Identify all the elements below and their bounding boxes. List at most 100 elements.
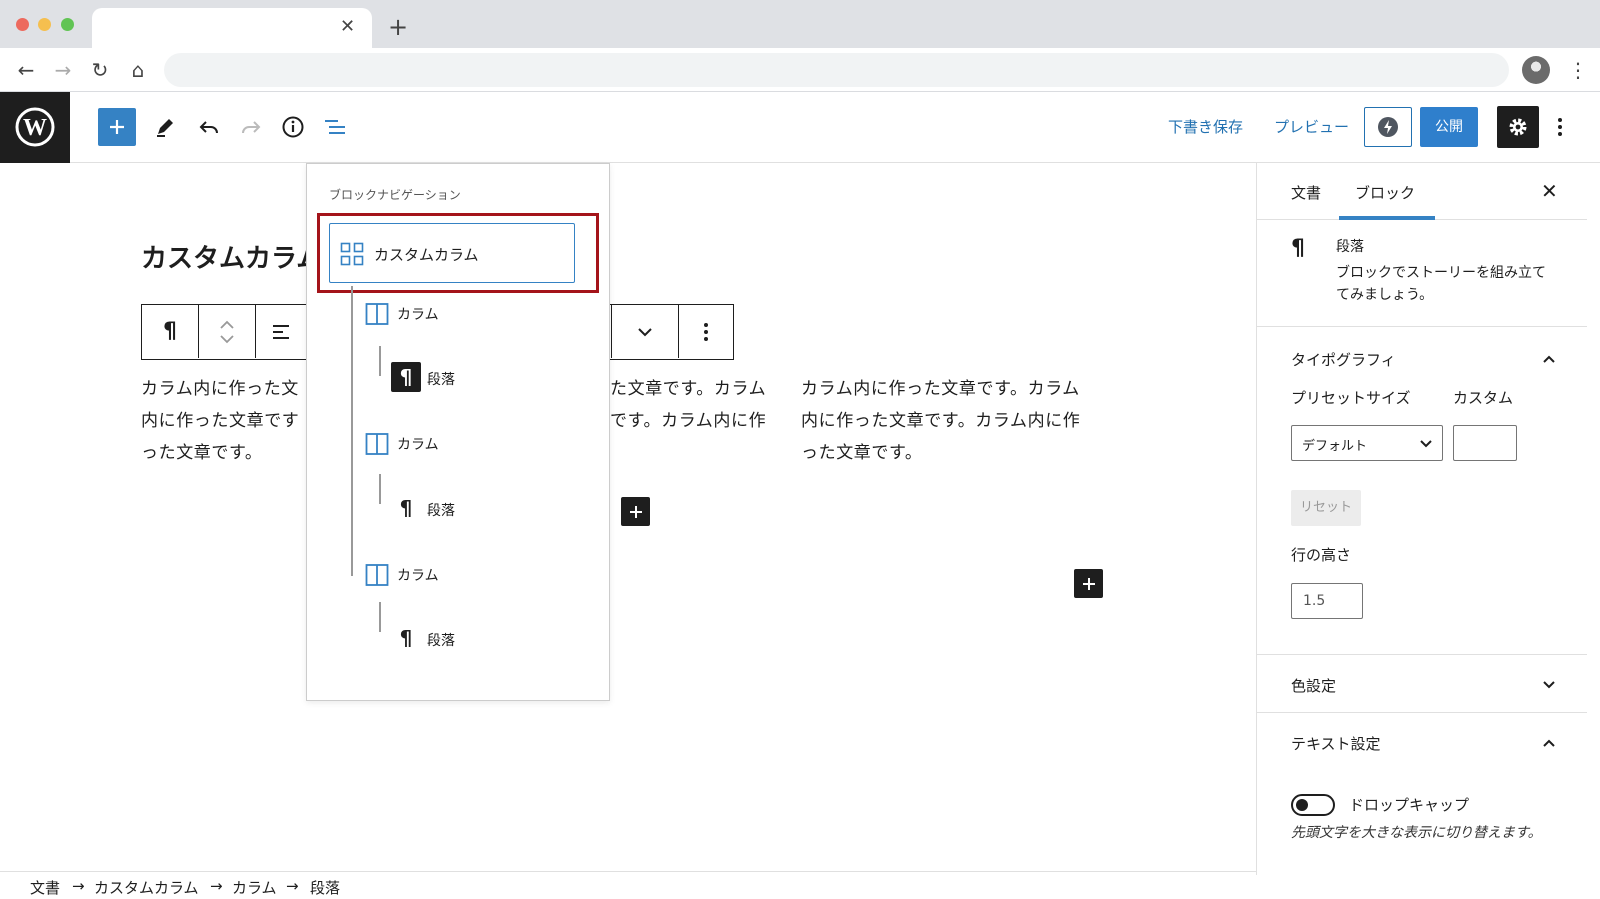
browser-menu-icon[interactable]: ⋮: [1568, 56, 1588, 84]
forward-icon[interactable]: →: [49, 56, 77, 84]
block-inserter-plus-icon[interactable]: [1074, 569, 1103, 598]
chevron-up-icon[interactable]: [1541, 351, 1557, 367]
more-options-icon[interactable]: [1552, 110, 1568, 144]
tab-close-icon[interactable]: ✕: [340, 16, 355, 38]
chevron-down-icon[interactable]: [1541, 677, 1557, 693]
paragraph-block-type-icon[interactable]: ¶: [142, 305, 199, 358]
svg-text:W: W: [23, 115, 47, 141]
block-nav-item-paragraph[interactable]: ¶ 段落: [391, 359, 561, 399]
tree-line: [379, 474, 381, 504]
column-3-paragraph[interactable]: カラム内に作った文章です。カラム 内に作った文章です。カラム内に作 った文章です…: [801, 373, 1113, 469]
tree-line: [379, 602, 381, 632]
more-formatting-chevron-icon[interactable]: [611, 305, 679, 358]
block-nav-item-column[interactable]: カラム: [365, 424, 565, 464]
paragraph-icon: ¶: [399, 626, 413, 650]
preset-size-label: プリセットサイズ: [1291, 389, 1411, 407]
text-settings-heading[interactable]: テキスト設定: [1291, 733, 1381, 754]
breadcrumb-item[interactable]: 文書: [30, 877, 60, 898]
browser-toolbar: ← → ↻ ⌂ ⋮: [0, 48, 1600, 92]
block-nav-item-custom-columns[interactable]: カスタムカラム: [329, 223, 575, 283]
paragraph-line: 内に作った文章です。カラム内に作: [801, 411, 1081, 431]
tab-block[interactable]: ブロック: [1355, 182, 1415, 203]
minimize-window-dot[interactable]: [38, 18, 51, 31]
toggle-knob: [1296, 799, 1308, 811]
reset-button[interactable]: リセット: [1291, 490, 1361, 526]
info-icon[interactable]: [274, 108, 312, 146]
column-icon: [365, 433, 389, 455]
drop-cap-toggle[interactable]: [1291, 794, 1335, 816]
block-card-title: 段落: [1336, 239, 1364, 255]
sidebar-tabs: 文書 ブロック ✕: [1257, 163, 1587, 220]
column-icon: [365, 564, 389, 586]
breadcrumb-item[interactable]: カスタムカラム: [94, 877, 199, 898]
breadcrumb-item[interactable]: 段落: [310, 877, 340, 898]
block-inserter-plus-icon[interactable]: [621, 497, 650, 526]
block-nav-item-label: 段落: [427, 372, 455, 388]
breadcrumb-arrow-icon: →: [210, 877, 223, 895]
home-icon[interactable]: ⌂: [124, 56, 152, 84]
block-card-description: てみましょう。: [1336, 287, 1434, 303]
block-nav-item-column[interactable]: カラム: [365, 555, 565, 595]
post-title[interactable]: カスタムカラム: [141, 238, 307, 275]
align-left-icon[interactable]: [256, 305, 306, 358]
redo-icon[interactable]: [232, 108, 270, 146]
block-card: ¶ 段落 ブロックでストーリーを組み立て てみましょう。: [1257, 220, 1587, 327]
preset-size-select[interactable]: デフォルト: [1291, 425, 1443, 461]
preview-button[interactable]: プレビュー: [1274, 116, 1349, 137]
close-window-dot[interactable]: [16, 18, 29, 31]
custom-size-label: カスタム: [1453, 389, 1514, 407]
drop-cap-help-text: 先頭文字を大きな表示に切り替えます。: [1291, 825, 1542, 841]
block-options-icon[interactable]: [679, 305, 733, 358]
save-draft-button[interactable]: 下書き保存: [1168, 116, 1243, 137]
settings-gear-icon[interactable]: [1497, 106, 1539, 148]
back-icon[interactable]: ←: [12, 56, 40, 84]
block-nav-item-label: カスタムカラム: [374, 246, 479, 264]
preset-size-value: デフォルト: [1302, 439, 1368, 454]
block-nav-item-label: カラム: [397, 437, 439, 453]
move-up-down-icon[interactable]: [199, 305, 256, 358]
breadcrumb: 文書 → カスタムカラム → カラム → 段落: [0, 871, 1256, 899]
color-settings-panel[interactable]: 色設定: [1257, 654, 1587, 713]
edit-tools-pencil-icon[interactable]: [146, 108, 184, 146]
tab-document[interactable]: 文書: [1291, 182, 1321, 203]
new-tab-icon[interactable]: +: [388, 14, 408, 40]
paragraph-line: カラム内に作った文章です。カラム: [801, 379, 1080, 399]
close-sidebar-icon[interactable]: ✕: [1541, 179, 1558, 203]
settings-sidebar: 文書 ブロック ✕ ¶ 段落 ブロックでストーリーを組み立て てみましょう。 タ…: [1256, 163, 1600, 875]
columns-grid-icon: [340, 242, 364, 266]
breadcrumb-arrow-icon: →: [72, 877, 85, 895]
address-bar[interactable]: [164, 53, 1509, 87]
undo-icon[interactable]: [190, 108, 228, 146]
column-2-paragraph[interactable]: た文章です。カラム です。カラム内に作: [610, 373, 790, 437]
chevron-up-icon[interactable]: [1541, 735, 1557, 751]
paragraph-icon: ¶: [1291, 236, 1305, 261]
line-height-input[interactable]: 1.5: [1291, 583, 1363, 619]
block-nav-item-paragraph[interactable]: ¶ 段落: [391, 620, 561, 660]
block-card-description: ブロックでストーリーを組み立て: [1336, 265, 1546, 281]
browser-tab[interactable]: [92, 8, 372, 48]
block-navigation-popover: ブロックナビゲーション カスタムカラム カラム ¶ 段落 カラム ¶ 段落 カラ…: [306, 163, 610, 701]
typography-heading[interactable]: タイポグラフィ: [1291, 349, 1396, 370]
profile-avatar[interactable]: [1522, 56, 1550, 84]
drop-cap-label: ドロップキャップ: [1349, 796, 1470, 814]
color-settings-heading[interactable]: 色設定: [1291, 675, 1336, 696]
paragraph-line: た文章です。カラム: [610, 379, 767, 399]
paragraph-icon: ¶: [399, 496, 413, 520]
block-nav-item-label: カラム: [397, 307, 439, 323]
block-navigation-icon[interactable]: [316, 108, 354, 146]
paragraph-line: った文章です。: [801, 443, 923, 463]
wordpress-logo-icon[interactable]: W: [0, 92, 70, 163]
custom-size-input[interactable]: [1453, 425, 1517, 461]
editor-header: W 下書き保存 プレビュー 公開: [0, 92, 1600, 163]
block-nav-item-paragraph[interactable]: ¶ 段落: [391, 490, 561, 530]
add-block-button[interactable]: [98, 108, 136, 146]
block-nav-item-column[interactable]: カラム: [365, 294, 565, 334]
tree-line: [379, 346, 381, 376]
breadcrumb-item[interactable]: カラム: [232, 877, 277, 898]
column-icon: [365, 303, 389, 325]
launch-lightning-button[interactable]: [1364, 107, 1412, 147]
reload-icon[interactable]: ↻: [86, 56, 114, 84]
publish-button[interactable]: 公開: [1420, 107, 1478, 147]
maximize-window-dot[interactable]: [61, 18, 74, 31]
chevron-down-icon: [1420, 440, 1432, 448]
